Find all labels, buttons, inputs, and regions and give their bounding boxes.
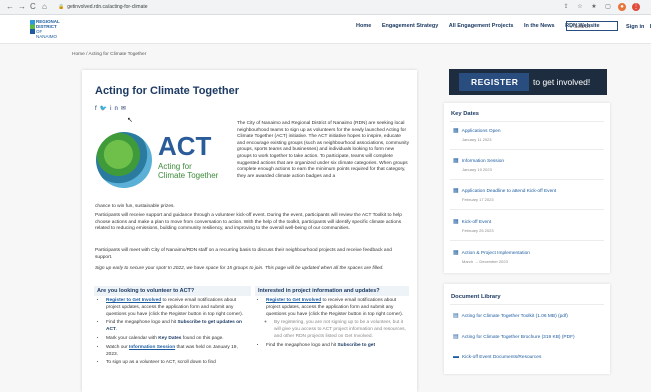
key-date-item[interactable]: ▦ Application Deadline to attend Kick-off… (453, 187, 556, 194)
calendar-icon: ▦ (453, 188, 459, 194)
key-date-item[interactable]: ▦ Kick-off Event (453, 218, 491, 225)
sidepanel-icon[interactable]: ▢ (604, 3, 612, 11)
intro-paragraph: The City of Nanaimo and Regional Distric… (237, 121, 409, 179)
act-logo-title: ACT (158, 131, 212, 161)
home-icon[interactable]: ⌂ (42, 2, 47, 12)
volunteer-heading: Are you looking to volunteer to ACT? (94, 286, 251, 296)
register-link[interactable]: Register to Get Involved (106, 298, 161, 303)
document-link[interactable]: ▤ Acting for Climate Together Toolkit (1.… (453, 312, 568, 319)
profile-avatar[interactable]: ● (618, 3, 626, 11)
register-label: REGISTER (471, 77, 519, 87)
list-item: Mark your calendar with Key Dates found … (106, 336, 248, 343)
rdn-logo[interactable]: REGIONAL DISTRICT OF NANAIMO (30, 18, 64, 39)
calendar-icon: ▦ (453, 250, 459, 256)
calendar-icon: ▦ (453, 158, 459, 164)
extensions-icon[interactable]: ★ (590, 3, 598, 11)
divider (450, 209, 604, 210)
nav-all-projects[interactable]: All Engagement Projects (449, 23, 514, 29)
list-item: Register to Get Involved to receive emai… (266, 298, 408, 318)
share-icon[interactable]: ⇪ (562, 3, 570, 11)
url-text: getinvolved.rdn.ca/acting-for-climate (67, 4, 148, 10)
calendar-icon: ▦ (453, 128, 459, 134)
twitter-icon[interactable]: 🐦 (100, 106, 110, 112)
share-icons: f🐦in✉ (95, 105, 129, 112)
divider (450, 121, 604, 122)
list-item: By registering, you are not signing up t… (266, 320, 408, 340)
volunteer-list: Register to Get Involved to receive emai… (98, 298, 248, 369)
key-date-value: February 17 2023 (462, 197, 494, 202)
list-item: To sign up as a volunteer to ACT, scroll… (106, 360, 248, 367)
document-library-title: Document Library (451, 294, 501, 300)
site-header: REGIONAL DISTRICT OF NANAIMO Home Engage… (0, 15, 651, 44)
list-item: Find the megaphone logo and hit Subscrib… (106, 320, 248, 334)
list-item: Watch our Information Session that was h… (106, 345, 248, 359)
globe-icon (96, 132, 152, 188)
paragraph-signup-note: Sign up early to secure your spot! In 20… (95, 266, 384, 271)
register-banner-button[interactable]: REGISTER to get involved! (449, 69, 607, 95)
browser-toolbar: ← → C ⌂ 🔒 getinvolved.rdn.ca/acting-for-c… (0, 0, 651, 15)
breadcrumb[interactable]: Home / Acting for Climate Together (72, 52, 146, 57)
folder-link[interactable]: ▬ Kick-off Event Documents/Resources (453, 354, 541, 360)
updates-list: Register to Get Involved to receive emai… (258, 298, 408, 352)
list-item: Find the megaphone logo and hit Subscrib… (266, 343, 408, 350)
bookmark-icon[interactable]: ☆ (576, 3, 584, 11)
nav-in-the-news[interactable]: In the News (524, 23, 555, 29)
paragraph-kickoff: Participants will receive support and gu… (95, 213, 402, 232)
register-tail: to get involved! (533, 77, 591, 87)
search-icon: ⌕ (570, 24, 573, 30)
address-bar[interactable]: 🔒 getinvolved.rdn.ca/acting-for-climate (58, 2, 558, 12)
folder-icon: ▬ (453, 354, 459, 360)
act-logo: ACT Acting for Climate Together (96, 132, 232, 192)
subscribe-link[interactable]: Subscribe to get (337, 343, 375, 348)
forward-icon[interactable]: → (18, 2, 26, 12)
reload-icon[interactable]: C (30, 2, 36, 12)
calendar-icon: ▦ (453, 219, 459, 225)
linkedin-icon[interactable]: in (110, 106, 121, 112)
menu-icon[interactable]: ⋮ (632, 3, 640, 11)
page-title: Acting for Climate Together (95, 85, 240, 97)
register-link[interactable]: Register to Get Involved (266, 298, 321, 303)
divider (450, 149, 604, 150)
document-icon: ▤ (453, 313, 459, 319)
key-date-value: February 25 2023 (462, 228, 494, 233)
logo-text: REGIONAL DISTRICT OF NANAIMO (36, 19, 60, 39)
document-link[interactable]: ▤ Acting for Climate Together Brochure (3… (453, 333, 575, 340)
paragraph-meetings: Participants will meet with City of Nana… (95, 248, 392, 260)
info-session-link[interactable]: Information Session (129, 345, 175, 350)
nav-engagement-strategy[interactable]: Engagement Strategy (382, 23, 439, 29)
signin-link[interactable]: Sign in Re (626, 24, 651, 30)
key-date-value: January 11 2023 (462, 137, 492, 142)
key-date-value: January 19 2023 (462, 167, 492, 172)
logo-mark (30, 20, 35, 34)
divider (450, 304, 604, 305)
key-dates-title: Key Dates (451, 111, 480, 117)
updates-heading: Interested in project information and up… (255, 286, 409, 296)
divider (450, 240, 604, 241)
intro-tail: chance to win fun, sustainable prizes. (95, 204, 175, 209)
document-icon: ▤ (453, 334, 459, 340)
key-date-value: March → December 2023 (462, 259, 508, 264)
back-icon[interactable]: ← (6, 2, 14, 12)
nav-home[interactable]: Home (356, 23, 371, 29)
list-item: Register to Get Involved to receive emai… (106, 298, 248, 318)
email-icon[interactable]: ✉ (121, 106, 129, 112)
divider (450, 179, 604, 180)
key-date-item[interactable]: ▦ Applications Open (453, 127, 501, 134)
search-input[interactable]: ⌕ Search (566, 21, 618, 31)
key-date-item[interactable]: ▦ Information Session (453, 157, 504, 164)
mouse-cursor-icon: ↖ (127, 117, 133, 124)
key-date-item[interactable]: ▦ Action & Project Implementation (453, 249, 530, 256)
lock-icon: 🔒 (58, 4, 65, 10)
act-logo-subtitle: Acting for Climate Together (158, 162, 219, 180)
